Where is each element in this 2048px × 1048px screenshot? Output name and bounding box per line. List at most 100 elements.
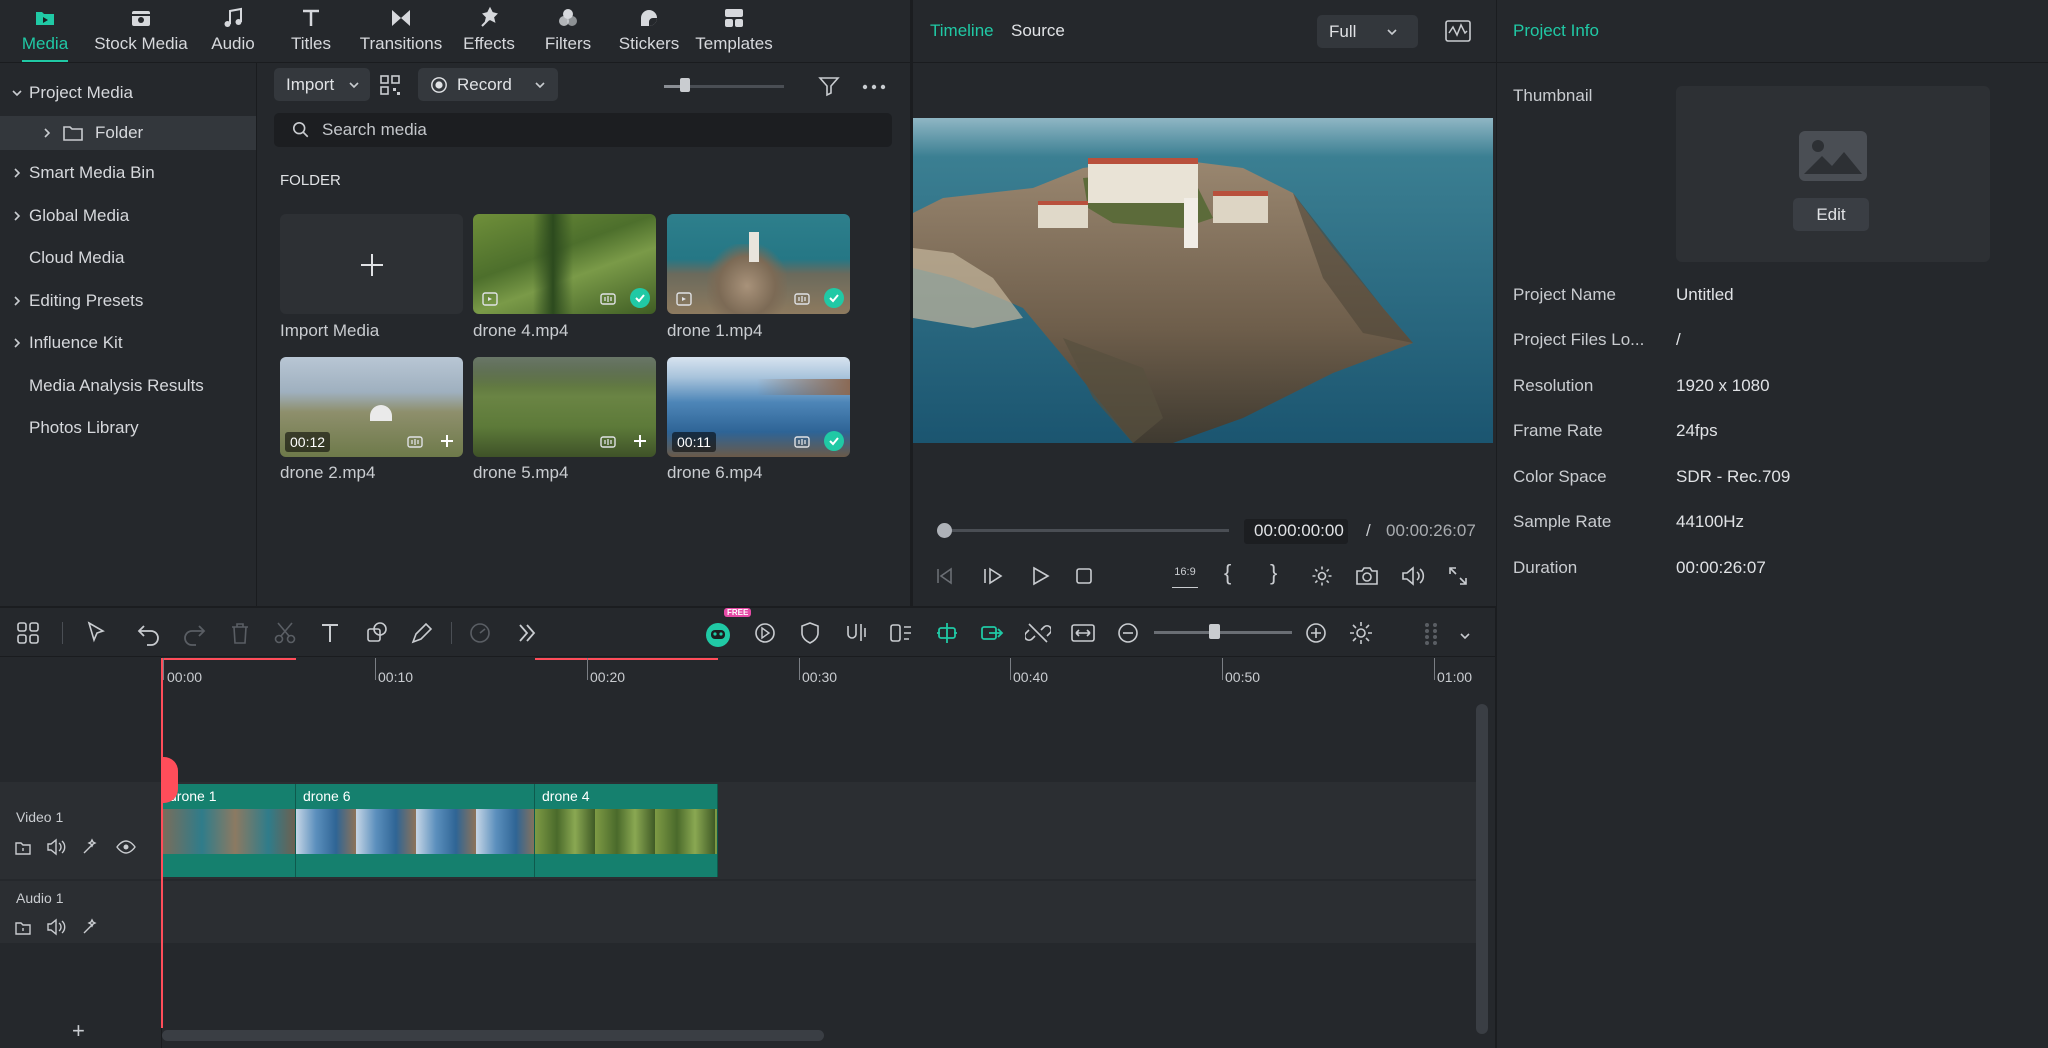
sidebar-item-smart-media-bin[interactable]: Smart Media Bin <box>0 156 256 190</box>
camera-snapshot-icon[interactable] <box>1355 566 1379 586</box>
zoom-slider-handle[interactable] <box>1209 624 1220 639</box>
drag-handle-icon[interactable] <box>1418 620 1444 646</box>
more-icon[interactable] <box>862 84 886 90</box>
sidebar-item-cloud-media[interactable]: Cloud Media <box>0 241 256 275</box>
mark-in-icon[interactable]: { <box>1224 560 1231 586</box>
select-pointer-icon[interactable] <box>84 620 110 646</box>
playhead-handle[interactable] <box>162 757 178 803</box>
ai-copilot-button[interactable]: FREE <box>704 608 752 649</box>
track-magic-icon[interactable] <box>81 918 99 936</box>
sidebar-item-folder[interactable]: Folder <box>0 116 256 150</box>
media-tile-drone-1[interactable] <box>667 214 850 314</box>
edit-thumbnail-button[interactable]: Edit <box>1793 198 1869 231</box>
timeline-clip-drone-4[interactable]: drone 4 <box>535 784 718 877</box>
more-tools-icon[interactable] <box>514 620 540 646</box>
add-track-icon[interactable]: + <box>72 1018 85 1044</box>
audio-beat-icon[interactable] <box>843 620 869 646</box>
tab-audio[interactable]: Audio <box>205 6 261 56</box>
delete-icon[interactable] <box>227 620 253 646</box>
keyframe-mask-icon[interactable] <box>888 620 914 646</box>
chevron-down-icon[interactable] <box>1459 630 1471 642</box>
track-mute-icon[interactable] <box>46 838 66 856</box>
zoom-out-icon[interactable] <box>1115 620 1141 646</box>
snap-icon[interactable] <box>934 620 960 646</box>
tab-templates[interactable]: Templates <box>692 6 776 56</box>
vertical-scrollbar[interactable] <box>1476 704 1488 1034</box>
add-to-timeline-icon[interactable] <box>630 431 650 451</box>
track-lock-icon[interactable] <box>14 838 32 856</box>
undo-icon[interactable] <box>136 620 162 646</box>
import-media-tile[interactable] <box>280 214 463 314</box>
track-mute-icon[interactable] <box>46 918 66 936</box>
media-tile-drone-2[interactable]: 00:12 <box>280 357 463 457</box>
media-icon <box>36 12 54 25</box>
sidebar-item-media-analysis[interactable]: Media Analysis Results <box>0 369 256 403</box>
tab-media[interactable]: Media <box>14 6 76 62</box>
add-to-timeline-icon[interactable] <box>437 431 457 451</box>
qr-code-icon[interactable] <box>379 74 401 96</box>
redo-icon[interactable] <box>181 620 207 646</box>
tab-transitions[interactable]: Transitions <box>356 6 446 56</box>
media-item-name: drone 4.mp4 <box>473 321 569 340</box>
play-icon[interactable] <box>1030 566 1050 586</box>
timeline-clip-drone-6[interactable]: drone 6 <box>296 784 535 877</box>
auto-ripple-icon[interactable] <box>979 620 1005 646</box>
tab-source[interactable]: Source <box>1011 21 1065 41</box>
fit-timeline-icon[interactable] <box>1070 620 1096 646</box>
sidebar-item-photos-library[interactable]: Photos Library <box>0 411 256 445</box>
tab-timeline[interactable]: Timeline <box>930 21 994 41</box>
media-tile-drone-6[interactable]: 00:11 <box>667 357 850 457</box>
sidebar-item-global-media[interactable]: Global Media <box>0 199 256 233</box>
playback-progress-track[interactable] <box>939 529 1229 532</box>
tab-filters[interactable]: Filters <box>538 6 598 56</box>
previous-frame-icon[interactable] <box>934 566 956 586</box>
tab-stickers[interactable]: Stickers <box>614 6 684 56</box>
track-visibility-eye-icon[interactable] <box>116 840 136 854</box>
sidebar-item-editing-presets[interactable]: Editing Presets <box>0 284 256 318</box>
pen-tool-icon[interactable] <box>409 620 435 646</box>
timeline-clip-drone-1[interactable]: drone 1 <box>162 784 296 877</box>
tab-stock-media-label: Stock Media <box>94 34 188 53</box>
search-input[interactable] <box>322 120 882 140</box>
sidebar-item-project-media[interactable]: Project Media <box>0 76 256 110</box>
filter-icon[interactable] <box>817 74 841 98</box>
fullscreen-icon[interactable] <box>1448 566 1468 586</box>
current-time[interactable]: 00:00:00:00 <box>1244 519 1348 544</box>
waveform-monitor-icon[interactable] <box>1445 19 1471 43</box>
zoom-in-icon[interactable] <box>1303 620 1329 646</box>
record-button[interactable]: Record <box>418 68 558 101</box>
horizontal-scrollbar[interactable] <box>162 1030 824 1041</box>
unlink-icon[interactable] <box>1025 620 1051 646</box>
playback-progress-handle[interactable] <box>937 523 952 538</box>
settings-gear-icon[interactable] <box>1311 565 1333 587</box>
play-range-icon[interactable] <box>982 566 1004 586</box>
tab-effects[interactable]: Effects <box>458 6 520 56</box>
crop-shape-icon[interactable] <box>364 620 390 646</box>
track-lock-icon[interactable] <box>14 918 32 936</box>
tab-titles[interactable]: Titles <box>283 6 339 56</box>
volume-icon[interactable] <box>1401 566 1425 586</box>
sidebar-item-influence-kit[interactable]: Influence Kit <box>0 326 256 360</box>
timeline-settings-icon[interactable] <box>1348 620 1374 646</box>
media-tile-drone-5[interactable] <box>473 357 656 457</box>
aspect-ratio-button[interactable]: 16:9 <box>1172 566 1198 588</box>
scissors-icon[interactable] <box>272 620 298 646</box>
zoom-slider[interactable] <box>1154 631 1292 634</box>
layout-grid-icon[interactable] <box>15 620 41 646</box>
speed-ramp-icon[interactable] <box>467 620 493 646</box>
track-magic-icon[interactable] <box>81 838 99 856</box>
tab-stock-media[interactable]: Stock Media <box>90 6 192 56</box>
import-button[interactable]: Import <box>274 68 370 101</box>
shield-icon[interactable] <box>797 620 823 646</box>
media-tile-drone-4[interactable] <box>473 214 656 314</box>
info-label: Sample Rate <box>1513 512 1612 531</box>
slider-handle[interactable] <box>680 78 690 92</box>
info-value: 24fps <box>1676 421 1718 440</box>
media-item-name: drone 1.mp4 <box>667 321 763 340</box>
playhead-line[interactable] <box>161 658 163 1028</box>
stop-icon[interactable] <box>1075 567 1093 585</box>
quality-select[interactable]: Full <box>1317 15 1418 48</box>
text-tool-icon[interactable] <box>318 620 344 646</box>
mark-out-icon[interactable]: } <box>1270 560 1277 586</box>
auto-reframe-icon[interactable] <box>752 620 778 646</box>
